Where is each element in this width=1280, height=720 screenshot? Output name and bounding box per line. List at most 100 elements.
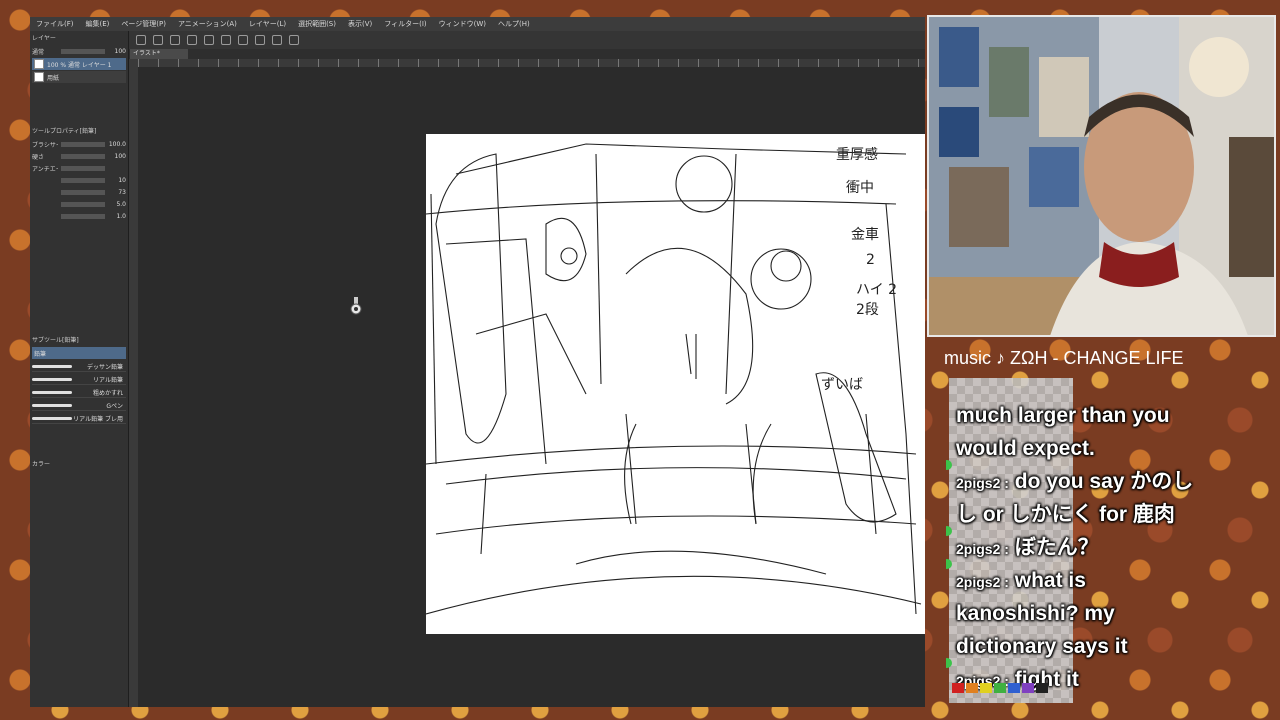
save-icon[interactable] bbox=[170, 35, 180, 45]
color-palette bbox=[952, 683, 1072, 695]
chat-message-line: 2pigs2 : do you say かのし bbox=[946, 460, 1246, 499]
crop-icon[interactable] bbox=[255, 35, 265, 45]
menu-help[interactable]: ヘルプ(H) bbox=[498, 17, 530, 31]
brush-item[interactable]: リアル鉛筆 ブレ用 bbox=[32, 413, 126, 424]
brush-name: リアル鉛筆 ブレ用 bbox=[73, 415, 123, 423]
palette-swatch[interactable] bbox=[994, 683, 1006, 693]
brush-name: リアル鉛筆 bbox=[93, 376, 123, 384]
document-tabs: イラスト* bbox=[128, 49, 925, 59]
menu-animation[interactable]: アニメーション(A) bbox=[178, 17, 237, 31]
svg-text:2段: 2段 bbox=[856, 302, 879, 318]
chat-messages: much larger than you would expect. 2pigs… bbox=[946, 400, 1246, 697]
sketch-drawing: 重厚感 衝中 金車 2 ハイ 2 2段 ずいば bbox=[425, 143, 922, 615]
palette-swatch[interactable] bbox=[1008, 683, 1020, 693]
prop-label: ブラシサイズ bbox=[32, 141, 58, 149]
svg-text:ハイ 2: ハイ 2 bbox=[856, 282, 897, 298]
prop-label: 硬さ bbox=[32, 153, 45, 161]
open-icon[interactable] bbox=[153, 35, 163, 45]
palette-swatch[interactable] bbox=[952, 683, 964, 693]
drawing-canvas[interactable]: 重厚感 衝中 金車 2 ハイ 2 2段 ずいば bbox=[425, 134, 925, 634]
chat-message-line: much larger than you bbox=[956, 400, 1246, 433]
prop-slider[interactable] bbox=[61, 189, 105, 195]
paint-app-window: ファイル(F) 編集(E) ページ管理(P) アニメーション(A) レイヤー(L… bbox=[30, 17, 925, 707]
chat-username: 2pigs2 : bbox=[956, 541, 1009, 557]
vertical-ruler bbox=[128, 59, 138, 707]
brush-stroke-preview bbox=[32, 377, 72, 381]
undo-icon[interactable] bbox=[187, 35, 197, 45]
prop-slider[interactable] bbox=[61, 141, 105, 147]
tab-illustration[interactable]: イラスト* bbox=[130, 49, 188, 59]
menu-bar: ファイル(F) 編集(E) ページ管理(P) アニメーション(A) レイヤー(L… bbox=[30, 17, 925, 31]
menu-file[interactable]: ファイル(F) bbox=[36, 17, 74, 31]
redo-icon[interactable] bbox=[204, 35, 214, 45]
transform-icon[interactable] bbox=[238, 35, 248, 45]
layer-thumbnail bbox=[34, 72, 44, 82]
svg-text:金車: 金車 bbox=[851, 226, 879, 243]
left-panel: レイヤー 通常 100 100 % 通常 レイヤー 1 用紙 ツールプロパティ[… bbox=[30, 31, 129, 707]
webcam-feed bbox=[927, 15, 1276, 337]
prop-slider[interactable] bbox=[61, 213, 105, 219]
layer-item[interactable]: 用紙 bbox=[32, 71, 126, 83]
menu-page[interactable]: ページ管理(P) bbox=[121, 17, 166, 31]
brush-item[interactable]: 粗めかすれ bbox=[32, 387, 126, 398]
menu-view[interactable]: 表示(V) bbox=[348, 17, 372, 31]
svg-text:2: 2 bbox=[866, 252, 875, 268]
pen-cursor-icon bbox=[350, 297, 362, 315]
prop-value: 5.0 bbox=[116, 200, 126, 208]
chat-text: do you say かのし bbox=[1014, 470, 1194, 493]
brush-item[interactable]: リアル鉛筆 bbox=[32, 374, 126, 385]
prop-slider[interactable] bbox=[61, 153, 105, 159]
brush-name: 粗めかすれ bbox=[92, 389, 123, 397]
command-bar bbox=[128, 31, 925, 49]
select-icon[interactable] bbox=[272, 35, 282, 45]
palette-swatch[interactable] bbox=[1022, 683, 1034, 693]
brush-stroke-preview bbox=[32, 390, 72, 394]
layer-thumbnail bbox=[34, 59, 44, 69]
prop-slider[interactable] bbox=[61, 165, 105, 171]
pen-icon[interactable] bbox=[289, 35, 299, 45]
menu-edit[interactable]: 編集(E) bbox=[86, 17, 110, 31]
chat-text: dictionary says it bbox=[956, 635, 1128, 658]
layer-item[interactable]: 100 % 通常 レイヤー 1 bbox=[32, 58, 126, 70]
chat-message-line: 2pigs2 : ぼたん？ bbox=[946, 526, 1246, 565]
menu-layer[interactable]: レイヤー(L) bbox=[249, 17, 286, 31]
clear-icon[interactable] bbox=[221, 35, 231, 45]
prop-slider[interactable] bbox=[61, 177, 105, 183]
opacity-slider[interactable] bbox=[61, 48, 105, 54]
blend-mode-select[interactable]: 通常 bbox=[32, 47, 58, 56]
menu-filter[interactable]: フィルター(I) bbox=[384, 17, 426, 31]
canvas-area[interactable]: 重厚感 衝中 金車 2 ハイ 2 2段 ずいば bbox=[138, 67, 925, 707]
webcam-image bbox=[929, 17, 1274, 335]
prop-value: 73 bbox=[118, 188, 126, 196]
chat-message-line: would expect. bbox=[956, 433, 1246, 466]
color-select[interactable]: カラー bbox=[32, 459, 58, 468]
layer-label: 用紙 bbox=[47, 74, 60, 82]
layer-panel-title: レイヤー bbox=[32, 35, 56, 42]
chat-text: much larger than you bbox=[956, 404, 1170, 427]
subtool-title: サブツール[鉛筆] bbox=[32, 337, 79, 344]
menu-window[interactable]: ウィンドウ(W) bbox=[439, 17, 486, 31]
chat-message-line: dictionary says it bbox=[956, 631, 1246, 664]
prop-value: 10 bbox=[118, 176, 126, 184]
layer-label: 100 % 通常 レイヤー 1 bbox=[47, 61, 112, 69]
chat-username: 2pigs2 : bbox=[956, 574, 1009, 590]
chat-text: what is bbox=[1014, 569, 1086, 592]
brush-stroke-preview bbox=[32, 416, 72, 420]
brush-item[interactable]: デッサン鉛筆 bbox=[32, 361, 126, 372]
palette-swatch[interactable] bbox=[1036, 683, 1048, 693]
chat-text: ぼたん？ bbox=[1014, 536, 1099, 559]
chat-message-line: し or しかにく for 鹿肉 bbox=[956, 499, 1246, 532]
chat-username: 2pigs2 : bbox=[956, 475, 1009, 491]
brush-item[interactable]: Gペン bbox=[32, 400, 126, 411]
svg-text:重厚感: 重厚感 bbox=[836, 146, 878, 163]
menu-selection[interactable]: 選択範囲(S) bbox=[298, 17, 336, 31]
prop-value: 100.0 bbox=[108, 140, 126, 148]
chat-text: kanoshishi? my bbox=[956, 602, 1115, 625]
palette-swatch[interactable] bbox=[980, 683, 992, 693]
new-icon[interactable] bbox=[136, 35, 146, 45]
chat-text: would expect. bbox=[956, 437, 1095, 460]
brush-tab[interactable]: 鉛筆 bbox=[32, 347, 126, 359]
opacity-value: 100 bbox=[114, 47, 126, 55]
prop-slider[interactable] bbox=[61, 201, 105, 207]
palette-swatch[interactable] bbox=[966, 683, 978, 693]
